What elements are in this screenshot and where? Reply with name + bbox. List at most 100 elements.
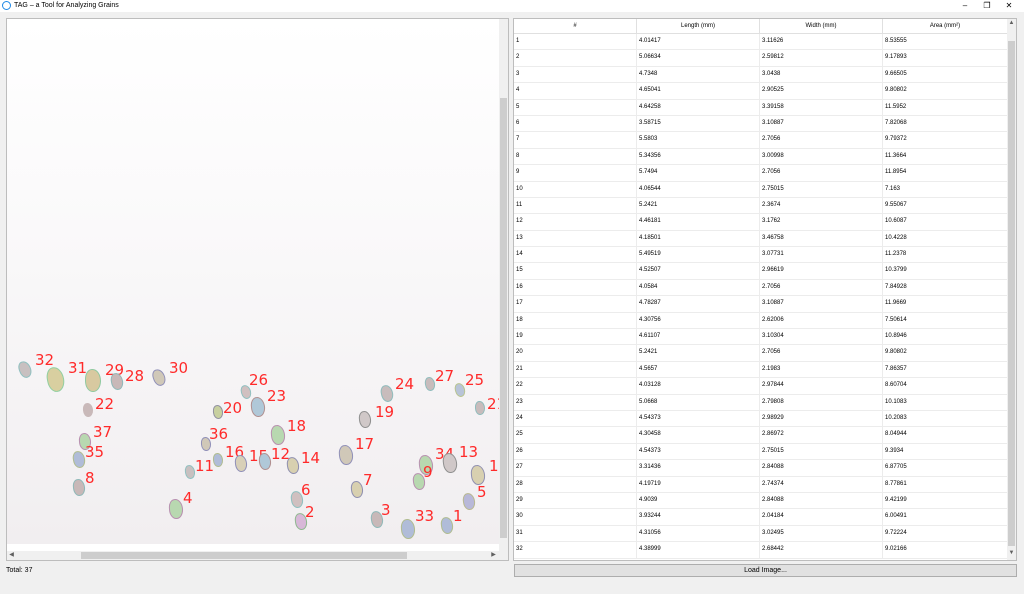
table-cell[interactable]: 4.46181 xyxy=(637,214,760,230)
scroll-down-arrow-icon[interactable]: ▼ xyxy=(1007,549,1016,558)
table-cell[interactable]: 2.97844 xyxy=(760,378,883,394)
table-cell[interactable]: 4.65041 xyxy=(637,83,760,99)
table-cell[interactable]: 6 xyxy=(514,115,637,132)
table-cell[interactable]: 11.9669 xyxy=(883,296,1008,312)
table-cell[interactable]: 4.78287 xyxy=(637,296,760,312)
table-cell[interactable]: 15 xyxy=(514,263,637,279)
table-row[interactable]: 32 4.38999 2.68442 9.02166 xyxy=(514,542,1008,559)
table-cell[interactable]: 10.4228 xyxy=(883,230,1008,247)
header-length[interactable]: Length (mm) xyxy=(637,19,760,33)
table-cell[interactable]: 2.84088 xyxy=(760,460,883,476)
table-cell[interactable]: 7 xyxy=(514,132,637,148)
table-cell[interactable]: 9.3934 xyxy=(883,443,1008,460)
table-cell[interactable]: 4.03128 xyxy=(637,378,760,394)
table-cell[interactable]: 3.10304 xyxy=(760,329,883,345)
table-row[interactable]: 21 4.5657 2.1983 7.86357 xyxy=(514,361,1008,379)
table-cell[interactable]: 9.80802 xyxy=(883,83,1008,99)
table-cell[interactable]: 2.04184 xyxy=(760,509,883,525)
table-cell[interactable]: 19 xyxy=(514,329,637,345)
table-cell[interactable]: 3.93244 xyxy=(637,509,760,525)
table-cell[interactable]: 5.34356 xyxy=(637,148,760,165)
table-cell[interactable]: 3.46758 xyxy=(760,230,883,247)
table-cell[interactable]: 3.39158 xyxy=(760,99,883,115)
table-cell[interactable]: 4.9039 xyxy=(637,492,760,509)
table-cell[interactable]: 31 xyxy=(514,525,637,542)
table-cell[interactable]: 3.10887 xyxy=(760,296,883,312)
table-vertical-scroll-thumb[interactable] xyxy=(1008,41,1015,546)
table-row[interactable]: 17 4.78287 3.10887 11.9669 xyxy=(514,296,1008,313)
table-cell[interactable]: 3.1762 xyxy=(760,214,883,230)
table-cell[interactable]: 5.06634 xyxy=(637,50,760,66)
table-cell[interactable]: 2.7056 xyxy=(760,132,883,148)
table-cell[interactable]: 6.00491 xyxy=(883,509,1008,525)
table-cell[interactable]: 14 xyxy=(514,247,637,263)
table-cell[interactable]: 10 xyxy=(514,181,637,197)
table-cell[interactable]: 6.87705 xyxy=(883,460,1008,476)
table-cell[interactable]: 9.80802 xyxy=(883,345,1008,361)
table-cell[interactable]: 4.52507 xyxy=(637,263,760,279)
table-cell[interactable]: 2.75015 xyxy=(760,181,883,197)
table-cell[interactable]: 20 xyxy=(514,345,637,361)
maximize-button[interactable]: ❐ xyxy=(976,0,998,12)
table-cell[interactable]: 1 xyxy=(514,34,637,50)
table-cell[interactable]: 26 xyxy=(514,443,637,460)
table-cell[interactable]: 2.98929 xyxy=(760,410,883,427)
table-cell[interactable]: 2.79808 xyxy=(760,394,883,410)
table-row[interactable]: 13 4.18501 3.46758 10.4228 xyxy=(514,230,1008,248)
table-cell[interactable]: 5 xyxy=(514,99,637,115)
table-row[interactable]: 12 4.46181 3.1762 10.6087 xyxy=(514,214,1008,231)
table-cell[interactable]: 3.0438 xyxy=(760,66,883,83)
table-cell[interactable]: 4 xyxy=(514,83,637,99)
table-cell[interactable]: 11.3664 xyxy=(883,148,1008,165)
table-cell[interactable]: 2.84088 xyxy=(760,492,883,509)
table-cell[interactable]: 3.00998 xyxy=(760,148,883,165)
table-cell[interactable]: 2.62006 xyxy=(760,312,883,329)
load-image-button[interactable]: Load Image... xyxy=(514,564,1017,577)
table-cell[interactable]: 7.163 xyxy=(883,181,1008,197)
table-cell[interactable]: 5.2421 xyxy=(637,197,760,214)
table-cell[interactable]: 2.7056 xyxy=(760,345,883,361)
header-index[interactable]: # xyxy=(514,19,637,33)
table-cell[interactable]: 2.90525 xyxy=(760,83,883,99)
table-row[interactable]: 9 5.7494 2.7056 11.8954 xyxy=(514,165,1008,182)
scroll-left-arrow-icon[interactable]: ◀ xyxy=(7,551,16,560)
table-cell[interactable]: 27 xyxy=(514,460,637,476)
table-cell[interactable]: 2.1983 xyxy=(760,361,883,378)
table-row[interactable]: 2 5.06634 2.59812 9.17893 xyxy=(514,50,1008,67)
table-cell[interactable]: 8.04944 xyxy=(883,427,1008,443)
table-row[interactable]: 18 4.30756 2.62006 7.50614 xyxy=(514,312,1008,330)
table-cell[interactable]: 5.2421 xyxy=(637,345,760,361)
table-row[interactable]: 20 5.2421 2.7056 9.80802 xyxy=(514,345,1008,362)
table-cell[interactable]: 9 xyxy=(514,165,637,181)
table-cell[interactable]: 3.31436 xyxy=(637,460,760,476)
table-cell[interactable]: 28 xyxy=(514,476,637,492)
table-cell[interactable]: 4.54373 xyxy=(637,443,760,460)
table-cell[interactable]: 4.38999 xyxy=(637,542,760,558)
table-cell[interactable]: 4.06544 xyxy=(637,181,760,197)
table-row[interactable]: 23 5.0668 2.79808 10.1083 xyxy=(514,394,1008,411)
image-horizontal-scroll-thumb[interactable] xyxy=(81,552,407,559)
table-cell[interactable]: 2 xyxy=(514,50,637,66)
table-cell[interactable]: 23 xyxy=(514,394,637,410)
table-row[interactable]: 11 5.2421 2.3674 9.55067 xyxy=(514,197,1008,215)
table-row[interactable]: 8 5.34356 3.00998 11.3664 xyxy=(514,148,1008,166)
table-row[interactable]: 5 4.64258 3.39158 11.5952 xyxy=(514,99,1008,116)
table-cell[interactable]: 2.96619 xyxy=(760,263,883,279)
minimize-button[interactable]: – xyxy=(954,0,976,12)
table-cell[interactable]: 8.60704 xyxy=(883,378,1008,394)
table-cell[interactable]: 18 xyxy=(514,312,637,329)
table-row[interactable]: 4 4.65041 2.90525 9.80802 xyxy=(514,83,1008,100)
table-row[interactable]: 15 4.52507 2.96619 10.3799 xyxy=(514,263,1008,280)
table-cell[interactable]: 2.68442 xyxy=(760,542,883,558)
table-cell[interactable]: 9.55067 xyxy=(883,197,1008,214)
table-row[interactable]: 29 4.9039 2.84088 9.42199 xyxy=(514,492,1008,510)
table-cell[interactable]: 4.5657 xyxy=(637,361,760,378)
table-cell[interactable]: 30 xyxy=(514,509,637,525)
table-cell[interactable]: 3 xyxy=(514,66,637,83)
table-cell[interactable]: 9.72224 xyxy=(883,525,1008,542)
header-area[interactable]: Area (mm²) xyxy=(883,19,1008,33)
table-cell[interactable]: 4.7348 xyxy=(637,66,760,83)
table-cell[interactable]: 16 xyxy=(514,279,637,296)
table-cell[interactable]: 4.18501 xyxy=(637,230,760,247)
table-cell[interactable]: 12 xyxy=(514,214,637,230)
